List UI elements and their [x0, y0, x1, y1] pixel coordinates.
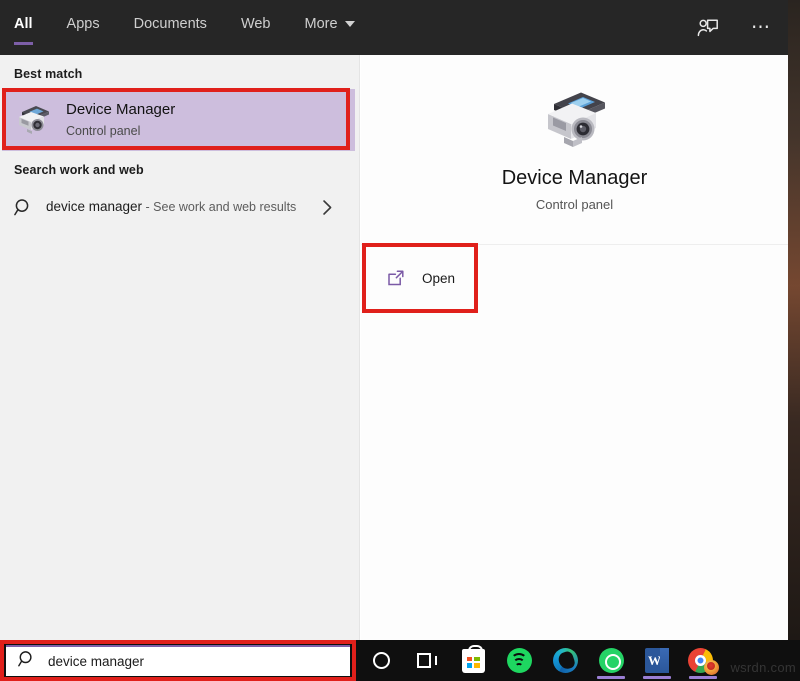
active-indicator: [597, 676, 625, 679]
avatar: [704, 660, 719, 675]
cortana-icon: [373, 652, 390, 669]
whatsapp-icon: [599, 648, 624, 673]
tab-apps-label: Apps: [67, 14, 100, 34]
device-manager-icon: [538, 87, 612, 151]
filter-tabs: All Apps Documents Web More: [0, 0, 372, 55]
best-match-wrapper: Device Manager Control panel: [2, 89, 355, 151]
tab-all-label: All: [14, 14, 33, 34]
taskbar-item-spotify[interactable]: [496, 640, 542, 681]
best-match-heading: Best match: [0, 55, 359, 89]
header-actions: ⋯: [695, 0, 772, 55]
results-column: Best match: [0, 55, 360, 640]
screen: All Apps Documents Web More: [0, 0, 800, 681]
tab-web[interactable]: Web: [224, 0, 288, 55]
taskbar-item-whatsapp[interactable]: [588, 640, 634, 681]
tab-more[interactable]: More: [288, 0, 372, 55]
taskbar-items: W: [358, 640, 726, 681]
task-view-icon: [417, 653, 437, 668]
watermark: wsrdn.com: [730, 660, 796, 675]
device-manager-icon: [14, 103, 52, 137]
best-match-title: Device Manager: [66, 100, 175, 120]
open-action[interactable]: Open: [361, 255, 788, 301]
tab-all[interactable]: All: [0, 0, 50, 55]
microsoft-store-icon: [462, 649, 485, 673]
chevron-right-icon[interactable]: [322, 199, 333, 221]
preview-subtitle: Control panel: [536, 197, 613, 212]
taskbar-item-microsoft-word[interactable]: W: [634, 640, 680, 681]
microsoft-edge-icon: [553, 648, 578, 673]
taskbar-item-microsoft-edge[interactable]: [542, 640, 588, 681]
google-chrome-icon: [688, 647, 718, 675]
microsoft-word-icon: W: [645, 648, 669, 673]
person-feedback-icon[interactable]: [695, 15, 721, 41]
search-flyout: All Apps Documents Web More: [0, 0, 788, 640]
tab-more-label: More: [305, 14, 338, 34]
taskbar-item-cortana[interactable]: [358, 640, 404, 681]
search-filter-header: All Apps Documents Web More: [0, 0, 788, 55]
ellipsis-icon[interactable]: ⋯: [751, 23, 772, 33]
preview-column: Device Manager Control panel Open: [361, 55, 788, 640]
search-icon: [18, 650, 36, 673]
best-match-text: Device Manager Control panel: [66, 100, 175, 140]
active-indicator: [689, 676, 717, 679]
best-match-subtitle: Control panel: [66, 122, 175, 140]
preview-title: Device Manager: [502, 165, 648, 191]
taskbar-item-microsoft-store[interactable]: [450, 640, 496, 681]
web-results-heading: Search work and web: [0, 151, 359, 185]
web-result-suffix: - See work and web results: [142, 200, 296, 214]
tab-web-label: Web: [241, 14, 271, 34]
web-result-text: device manager - See work and web result…: [46, 196, 296, 218]
tab-documents[interactable]: Documents: [117, 0, 224, 55]
spotify-icon: [507, 648, 532, 673]
web-search-result[interactable]: device manager - See work and web result…: [0, 185, 359, 233]
chevron-down-icon: [345, 21, 355, 27]
taskbar-item-google-chrome[interactable]: [680, 640, 726, 681]
tab-documents-label: Documents: [134, 14, 207, 34]
tab-apps[interactable]: Apps: [50, 0, 117, 55]
search-icon: [14, 198, 33, 222]
best-match-result[interactable]: Device Manager Control panel: [2, 89, 355, 151]
taskbar-item-task-view[interactable]: [404, 640, 450, 681]
search-input[interactable]: device manager: [48, 654, 144, 669]
open-action-label: Open: [422, 271, 455, 286]
taskbar-search-box[interactable]: device manager: [6, 645, 350, 676]
open-external-icon: [387, 269, 405, 287]
web-result-query: device manager: [46, 199, 142, 214]
action-list: Open: [361, 245, 788, 301]
preview-card: Device Manager Control panel: [361, 55, 788, 245]
active-indicator: [643, 676, 671, 679]
